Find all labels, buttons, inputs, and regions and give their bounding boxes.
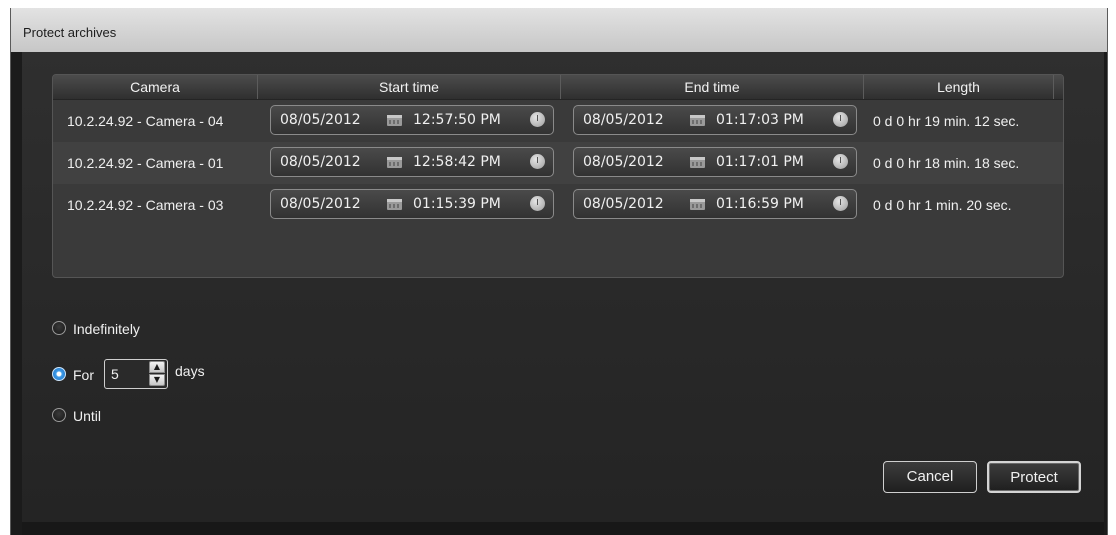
- cancel-button[interactable]: Cancel: [883, 461, 977, 493]
- length-value: 0 d 0 hr 18 min. 18 sec.: [873, 155, 1020, 171]
- option-for[interactable]: For: [52, 364, 102, 386]
- clock-icon[interactable]: [530, 112, 545, 127]
- start-date-value: 08/05/2012: [280, 154, 361, 170]
- end-time-picker[interactable]: 08/05/2012 01:16:59 PM: [573, 189, 857, 219]
- end-date-value: 08/05/2012: [583, 112, 664, 128]
- spin-down-icon[interactable]: ▼: [149, 374, 165, 386]
- days-label: days: [175, 363, 205, 379]
- clock-icon[interactable]: [833, 112, 848, 127]
- calendar-icon[interactable]: [690, 199, 705, 210]
- end-date-value: 08/05/2012: [583, 154, 664, 170]
- column-header-camera[interactable]: Camera: [53, 75, 258, 99]
- calendar-icon[interactable]: [387, 199, 402, 210]
- calendar-icon[interactable]: [690, 157, 705, 168]
- title-bar: Protect archives: [11, 8, 1107, 52]
- archives-table: Camera Start time End time Length 10.2.2…: [52, 74, 1064, 278]
- camera-name: 10.2.24.92 - Camera - 01: [67, 155, 224, 171]
- clock-icon[interactable]: [530, 154, 545, 169]
- end-date-value: 08/05/2012: [583, 196, 664, 212]
- clock-icon[interactable]: [530, 196, 545, 211]
- clock-icon[interactable]: [833, 154, 848, 169]
- length-value: 0 d 0 hr 1 min. 20 sec.: [873, 197, 1012, 213]
- bottom-strip: [22, 522, 1104, 535]
- radio-for[interactable]: [52, 367, 66, 381]
- start-time-picker[interactable]: 08/05/2012 01:15:39 PM: [270, 189, 554, 219]
- indefinitely-label: Indefinitely: [73, 321, 140, 337]
- length-value: 0 d 0 hr 19 min. 12 sec.: [873, 113, 1020, 129]
- option-until[interactable]: Until: [52, 405, 132, 427]
- camera-name: 10.2.24.92 - Camera - 03: [67, 197, 224, 213]
- start-time-picker[interactable]: 08/05/2012 12:57:50 PM: [270, 105, 554, 135]
- until-label: Until: [73, 408, 102, 424]
- column-header-start-time[interactable]: Start time: [258, 75, 561, 99]
- days-input[interactable]: [107, 362, 153, 386]
- end-time-value: 01:17:01 PM: [716, 154, 804, 170]
- window-title: Protect archives: [23, 25, 117, 40]
- start-time-picker[interactable]: 08/05/2012 12:58:42 PM: [270, 147, 554, 177]
- for-label: For: [73, 367, 94, 383]
- end-time-value: 01:16:59 PM: [716, 196, 804, 212]
- radio-until[interactable]: [52, 408, 66, 422]
- start-time-value: 12:57:50 PM: [413, 112, 501, 128]
- table-row[interactable]: 10.2.24.92 - Camera - 01 08/05/2012 12:5…: [53, 142, 1063, 184]
- end-time-picker[interactable]: 08/05/2012 01:17:01 PM: [573, 147, 857, 177]
- protect-button[interactable]: Protect: [987, 461, 1081, 493]
- calendar-icon[interactable]: [387, 115, 402, 126]
- days-stepper[interactable]: ▲ ▼: [104, 359, 168, 389]
- column-header-length[interactable]: Length: [864, 75, 1054, 99]
- camera-name: 10.2.24.92 - Camera - 04: [67, 113, 224, 129]
- end-time-value: 01:17:03 PM: [716, 112, 804, 128]
- start-time-value: 01:15:39 PM: [413, 196, 501, 212]
- option-indefinitely[interactable]: Indefinitely: [52, 318, 212, 340]
- start-time-value: 12:58:42 PM: [413, 154, 501, 170]
- calendar-icon[interactable]: [387, 157, 402, 168]
- table-row[interactable]: 10.2.24.92 - Camera - 03 08/05/2012 01:1…: [53, 184, 1063, 226]
- table-header: Camera Start time End time Length: [53, 75, 1063, 100]
- start-date-value: 08/05/2012: [280, 112, 361, 128]
- clock-icon[interactable]: [833, 196, 848, 211]
- start-date-value: 08/05/2012: [280, 196, 361, 212]
- end-time-picker[interactable]: 08/05/2012 01:17:03 PM: [573, 105, 857, 135]
- radio-indefinitely[interactable]: [52, 321, 66, 335]
- column-header-end-time[interactable]: End time: [561, 75, 864, 99]
- table-row[interactable]: 10.2.24.92 - Camera - 04 08/05/2012 12:5…: [53, 100, 1063, 142]
- spin-up-icon[interactable]: ▲: [149, 361, 165, 373]
- calendar-icon[interactable]: [690, 115, 705, 126]
